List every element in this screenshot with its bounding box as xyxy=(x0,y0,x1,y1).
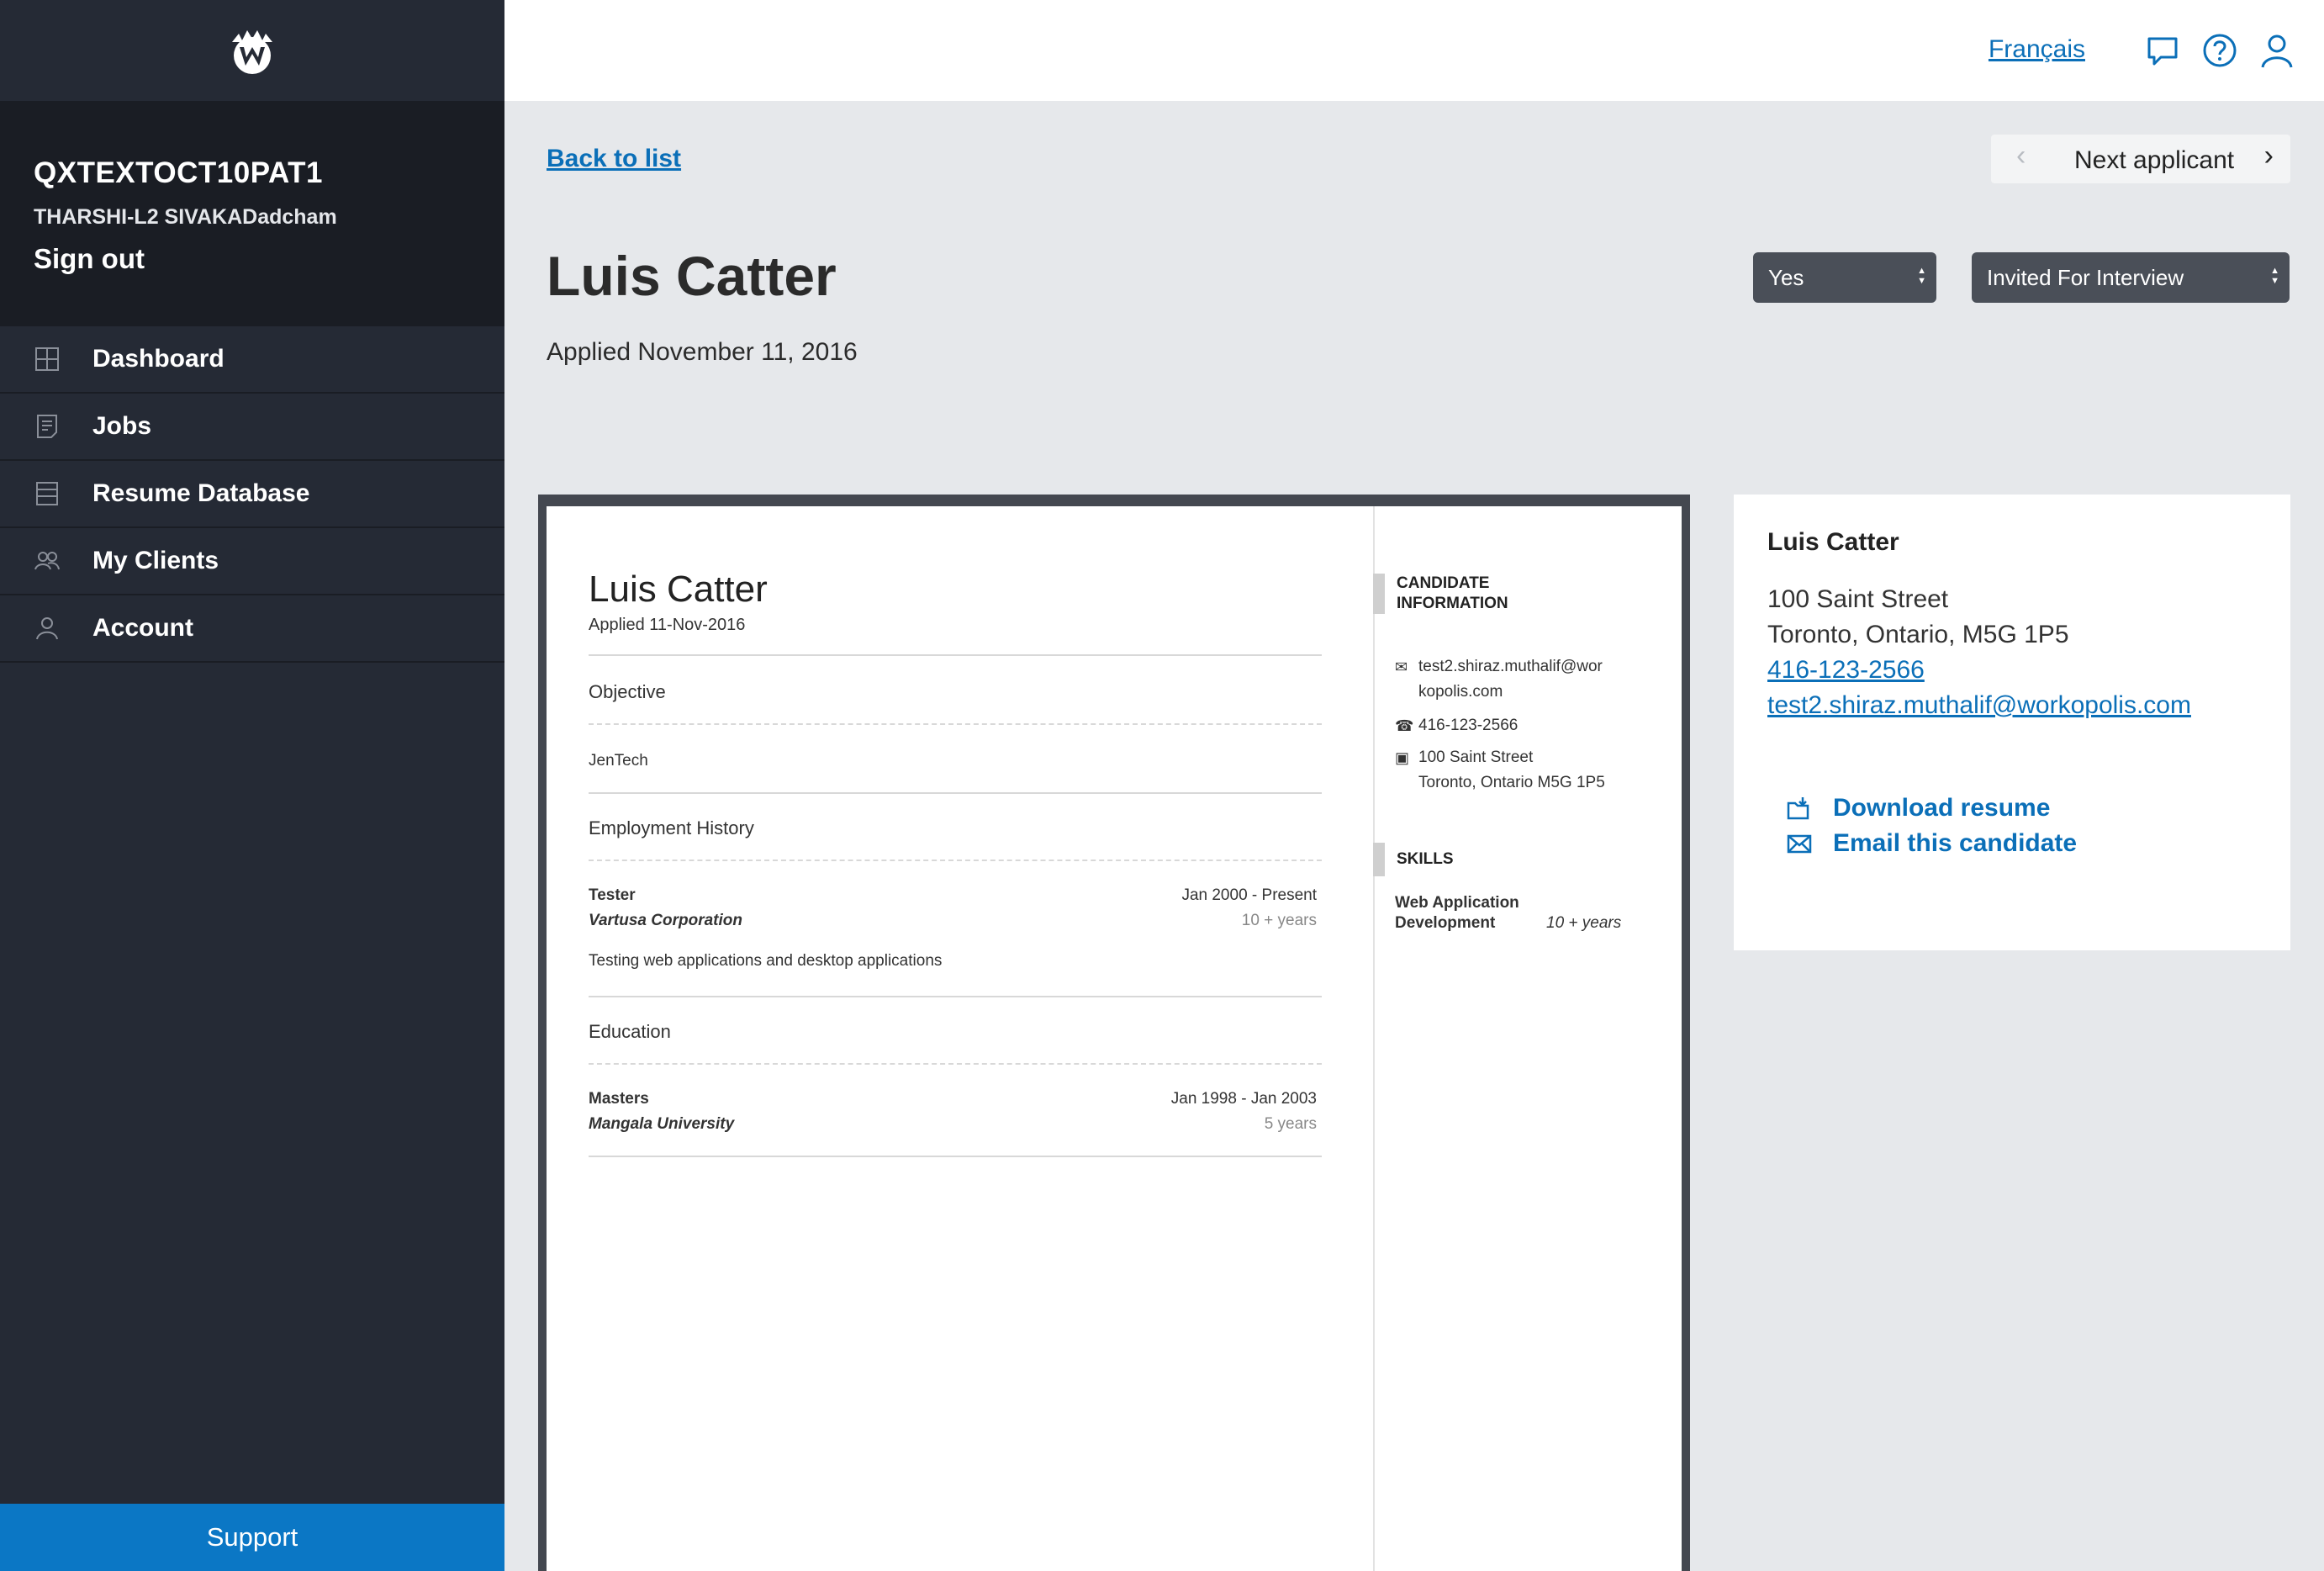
select-arrows-icon: ▲ ▼ xyxy=(1917,266,1926,286)
sidebar-item-my-clients[interactable]: My Clients xyxy=(0,528,504,595)
candidate-info-heading-line: INFORMATION xyxy=(1397,595,1508,612)
logo-bar xyxy=(0,0,504,101)
divider xyxy=(589,1156,1322,1157)
email-candidate-button[interactable]: Email this candidate xyxy=(1786,826,2257,861)
education-duration: 5 years xyxy=(1264,1115,1317,1133)
sidebar-item-label: Account xyxy=(92,614,193,642)
contact-email-link[interactable]: test2.shiraz.muthalif@workopolis.com xyxy=(1767,688,2257,723)
page-title: Luis Catter xyxy=(547,245,837,307)
job-duration: 10 + years xyxy=(1241,912,1317,929)
sidebar-item-resume-database[interactable]: Resume Database xyxy=(0,461,504,528)
qualified-select-value: Yes xyxy=(1768,264,1804,290)
resume-address-line: Toronto, Ontario M5G 1P5 xyxy=(1418,774,1605,791)
sidebar-item-label: Resume Database xyxy=(92,479,310,507)
education-school: Mangala University xyxy=(589,1115,735,1133)
envelope-icon xyxy=(1787,834,1812,854)
job-company: Vartusa Corporation xyxy=(589,912,742,929)
chevron-left-icon[interactable]: ‹ xyxy=(2016,140,2026,172)
skill-name: Web Application Development xyxy=(1395,893,1546,934)
divider xyxy=(589,723,1322,725)
objective-heading: Objective xyxy=(589,681,666,702)
account-user-name: THARSHI-L2 SIVAKADadcham xyxy=(34,205,337,229)
divider xyxy=(589,860,1322,861)
resume-phone: ☎ 416-123-2566 xyxy=(1395,713,1518,738)
status-select[interactable]: Invited For Interview ▲ ▼ xyxy=(1972,252,2290,303)
sidebar-item-dashboard[interactable]: Dashboard xyxy=(0,326,504,394)
resume-phone-number: 416-123-2566 xyxy=(1418,717,1519,734)
document-icon xyxy=(34,413,61,440)
resume-name: Luis Catter xyxy=(589,569,768,610)
sidebar-item-label: My Clients xyxy=(92,547,219,574)
divider xyxy=(589,792,1322,794)
sign-out-link[interactable]: Sign out xyxy=(34,243,471,275)
candidate-info-heading-line: CANDIDATE xyxy=(1397,574,1490,592)
download-folder-icon xyxy=(1787,797,1809,820)
divider xyxy=(589,1063,1322,1065)
applied-date: Applied November 11, 2016 xyxy=(547,338,858,366)
education-degree: Masters xyxy=(589,1090,649,1108)
resume-address: ▣ 100 Saint Street Toronto, Ontario M5G … xyxy=(1395,745,1605,796)
account-block: QXTEXTOCT10PAT1 THARSHI-L2 SIVAKADadcham… xyxy=(0,101,504,326)
chat-icon[interactable] xyxy=(2142,30,2183,71)
resume-email-line: kopolis.com xyxy=(1418,683,1503,701)
select-arrows-icon: ▲ ▼ xyxy=(2270,266,2279,286)
resume-document: Luis Catter Applied 11-Nov-2016 Objectiv… xyxy=(547,506,1682,1571)
contact-card: Luis Catter 100 Saint Street Toronto, On… xyxy=(1734,495,2290,950)
resume-viewer[interactable]: Luis Catter Applied 11-Nov-2016 Objectiv… xyxy=(538,495,1690,1571)
sidebar: QXTEXTOCT10PAT1 THARSHI-L2 SIVAKADadcham… xyxy=(0,0,504,1571)
language-link[interactable]: Français xyxy=(1989,35,2085,64)
skills-heading: SKILLS xyxy=(1373,843,1454,876)
w-crown-logo[interactable] xyxy=(225,24,279,77)
top-bar: Français xyxy=(504,0,2324,101)
objective-text: JenTech xyxy=(589,752,648,770)
grid-icon xyxy=(34,346,61,373)
sidebar-item-label: Dashboard xyxy=(92,345,224,373)
contact-name: Luis Catter xyxy=(1767,528,1899,556)
employment-heading: Employment History xyxy=(589,817,754,838)
help-icon[interactable] xyxy=(2200,30,2240,71)
database-icon xyxy=(34,480,61,507)
skill-name-line: Web Application xyxy=(1395,894,1519,912)
status-select-value: Invited For Interview xyxy=(1987,264,2184,290)
divider xyxy=(589,996,1322,997)
education-heading: Education xyxy=(589,1021,671,1042)
column-divider xyxy=(1373,506,1375,1571)
resume-email-line: test2.shiraz.muthalif@wor xyxy=(1418,658,1603,675)
envelope-icon: ✉ xyxy=(1395,659,1408,675)
skill-item: Web Application Development 10 + years xyxy=(1395,893,1621,934)
divider xyxy=(589,654,1322,656)
job-title: Tester xyxy=(589,886,636,904)
phone-icon: ☎ xyxy=(1395,717,1414,734)
download-resume-button[interactable]: Download resume xyxy=(1786,791,2257,826)
contact-address-line: Toronto, Ontario, M5G 1P5 xyxy=(1767,621,2069,648)
email-candidate-label: Email this candidate xyxy=(1833,829,2078,857)
education-dates: Jan 1998 - Jan 2003 xyxy=(1170,1090,1317,1108)
applicant-pager: ‹ Next applicant › xyxy=(1991,135,2290,183)
candidate-info-heading: CANDIDATE INFORMATION xyxy=(1373,574,1508,614)
address-book-icon: ▣ xyxy=(1395,749,1410,766)
chevron-right-icon[interactable]: › xyxy=(2264,140,2274,172)
back-to-list-link[interactable]: Back to list xyxy=(547,145,681,173)
support-button[interactable]: Support xyxy=(0,1504,504,1571)
job-dates: Jan 2000 - Present xyxy=(1181,886,1317,904)
skill-name-line: Development xyxy=(1395,914,1496,932)
profile-icon[interactable] xyxy=(2257,30,2297,71)
skill-years: 10 + years xyxy=(1546,914,1622,932)
resume-email: ✉ test2.shiraz.muthalif@wor kopolis.com xyxy=(1395,654,1603,705)
account-code: QXTEXTOCT10PAT1 xyxy=(34,156,323,189)
sidebar-item-label: Jobs xyxy=(92,412,152,440)
sidebar-nav: Dashboard Jobs Resume Database My Client… xyxy=(0,326,504,663)
contact-phone-link[interactable]: 416-123-2566 xyxy=(1767,653,2257,688)
sidebar-item-account[interactable]: Account xyxy=(0,595,504,663)
job-description: Testing web applications and desktop app… xyxy=(589,952,943,970)
next-applicant-button[interactable]: Next applicant xyxy=(2074,146,2234,175)
user-icon xyxy=(34,615,61,642)
resume-address-line: 100 Saint Street xyxy=(1418,748,1534,766)
resume-applied: Applied 11-Nov-2016 xyxy=(589,616,746,634)
contact-address-line: 100 Saint Street xyxy=(1767,585,1949,613)
download-resume-label: Download resume xyxy=(1833,794,2051,822)
sidebar-item-jobs[interactable]: Jobs xyxy=(0,394,504,461)
qualified-select[interactable]: Yes ▲ ▼ xyxy=(1753,252,1936,303)
users-icon xyxy=(34,547,61,574)
